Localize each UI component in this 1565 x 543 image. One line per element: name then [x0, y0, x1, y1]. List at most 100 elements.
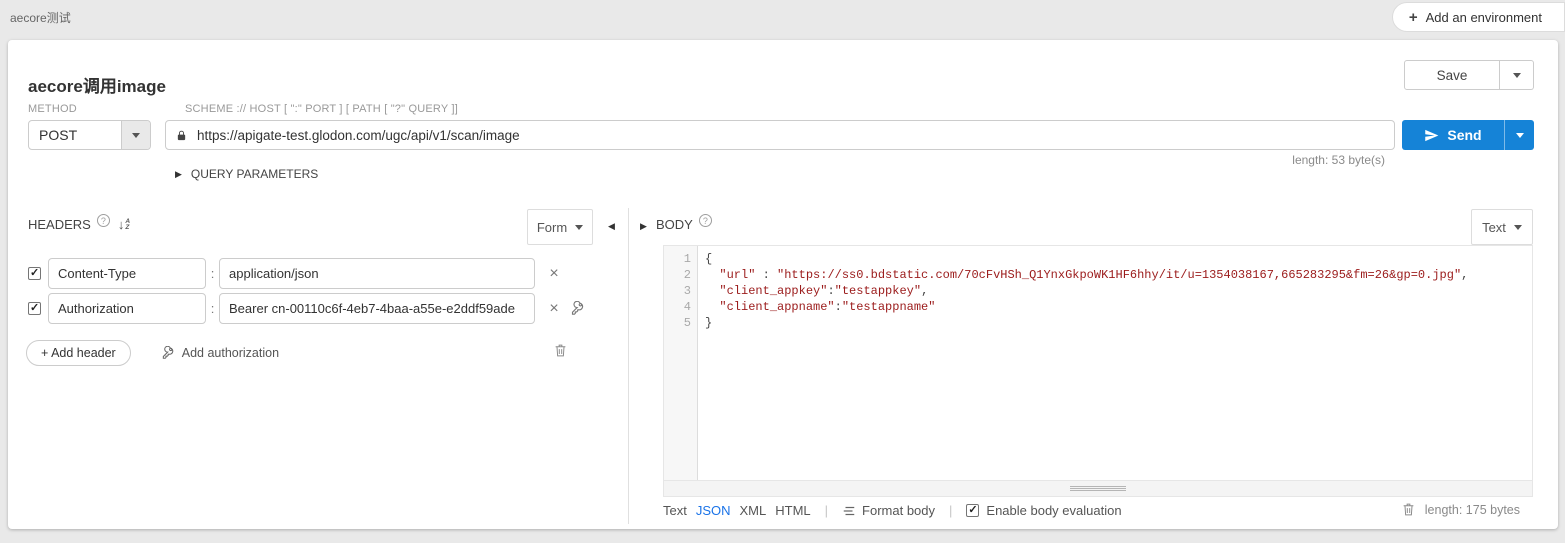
header-row: : ×: [28, 258, 562, 289]
send-button-group: Send: [1402, 120, 1534, 150]
line-number: 4: [664, 299, 697, 315]
send-icon: [1424, 128, 1439, 143]
headers-section-title: HEADERS ? ↓ AZ: [28, 217, 130, 232]
body-length: length: 175 bytes: [1425, 503, 1520, 517]
method-select[interactable]: POST: [28, 120, 151, 150]
save-dropdown-button[interactable]: [1500, 60, 1534, 90]
body-section-title: BODY ?: [656, 217, 712, 232]
header-colon: :: [206, 266, 219, 281]
close-icon: ×: [549, 300, 558, 317]
body-footer-right: length: 175 bytes: [1402, 502, 1520, 517]
separator: |: [949, 503, 952, 518]
query-parameters-toggle[interactable]: ▶ QUERY PARAMETERS: [175, 167, 318, 181]
send-label: Send: [1447, 127, 1481, 143]
body-type-label: Text: [1482, 220, 1506, 235]
editor-gutter: 12345: [664, 246, 698, 480]
header-value-input[interactable]: [219, 258, 535, 289]
trash-icon: [554, 343, 567, 358]
clear-body-button[interactable]: [1402, 502, 1415, 517]
plus-icon: +: [1409, 10, 1418, 25]
remove-header-button[interactable]: ×: [546, 301, 562, 317]
help-icon[interactable]: ?: [97, 214, 110, 227]
add-authorization-label: Add authorization: [182, 346, 279, 360]
add-environment-label: Add an environment: [1426, 10, 1542, 25]
code-line[interactable]: "client_appkey":"testappkey",: [705, 283, 1532, 299]
body-mode-xml[interactable]: XML: [740, 503, 767, 518]
caret-down-icon: [132, 133, 140, 138]
headers-actions-row: + Add header Add authorization: [26, 340, 279, 366]
method-label: METHOD: [28, 103, 77, 115]
delete-headers-button[interactable]: [554, 343, 567, 361]
caret-down-icon: [1514, 225, 1522, 230]
method-caret-box: [121, 121, 150, 149]
line-number: 5: [664, 315, 697, 331]
caret-down-icon: [1516, 133, 1524, 138]
expand-right-button[interactable]: ▶: [638, 220, 649, 233]
body-type-dropdown[interactable]: Text: [1471, 209, 1533, 245]
code-line[interactable]: {: [705, 251, 1532, 267]
line-number: 3: [664, 283, 697, 299]
caret-down-icon: [575, 225, 583, 230]
url-scheme-label: SCHEME :// HOST [ ":" PORT ] [ PATH [ "?…: [185, 103, 458, 115]
format-body-button[interactable]: Format body: [842, 503, 935, 518]
key-icon: [161, 346, 175, 360]
save-button-group: Save: [1404, 60, 1534, 90]
caret-down-icon: [1513, 73, 1521, 78]
key-icon: [570, 301, 585, 316]
sort-headers-icon[interactable]: ↓ AZ: [118, 219, 130, 231]
enable-eval-label: Enable body evaluation: [986, 503, 1121, 518]
enable-eval-checkbox[interactable]: [966, 504, 979, 517]
body-mode-text[interactable]: Text: [663, 503, 687, 518]
add-authorization-button[interactable]: Add authorization: [161, 346, 279, 360]
header-value-input[interactable]: [219, 293, 535, 324]
format-body-label: Format body: [862, 503, 935, 518]
line-number: 1: [664, 251, 697, 267]
code-line[interactable]: "url" : "https://ss0.bdstatic.com/70cFvH…: [705, 267, 1532, 283]
remove-header-button[interactable]: ×: [546, 266, 562, 282]
body-editor[interactable]: 12345 { "url" : "https://ss0.bdstatic.co…: [663, 245, 1533, 481]
editor-resize-strip[interactable]: [663, 481, 1533, 497]
code-line[interactable]: "client_appname":"testappname": [705, 299, 1532, 315]
request-card: aecore调用image Save METHOD SCHEME :// HOS…: [8, 40, 1558, 529]
close-icon: ×: [549, 265, 558, 282]
send-dropdown-button[interactable]: [1504, 120, 1534, 150]
header-name-input[interactable]: [48, 258, 206, 289]
collapse-left-button[interactable]: ◀: [606, 220, 617, 233]
header-colon: :: [206, 301, 219, 316]
headers-view-dropdown[interactable]: Form: [527, 209, 593, 245]
trash-icon: [1402, 502, 1415, 517]
body-mode-json[interactable]: JSON: [696, 503, 731, 518]
method-value: POST: [29, 121, 121, 149]
help-icon[interactable]: ?: [699, 214, 712, 227]
code-line[interactable]: }: [705, 315, 1532, 331]
body-title-text: BODY: [656, 217, 693, 232]
rester-app: aecore测试 + Add an environment aecore调用im…: [0, 0, 1565, 543]
send-button[interactable]: Send: [1402, 120, 1504, 150]
breadcrumb: aecore测试: [10, 9, 71, 26]
format-lines-icon: [842, 504, 856, 518]
url-input[interactable]: [195, 127, 1384, 144]
save-button[interactable]: Save: [1404, 60, 1500, 90]
token-generation-button[interactable]: [570, 301, 585, 316]
separator: |: [825, 503, 828, 518]
add-environment-button[interactable]: + Add an environment: [1392, 2, 1565, 32]
editor-code[interactable]: { "url" : "https://ss0.bdstatic.com/70cF…: [698, 246, 1532, 480]
add-header-button[interactable]: + Add header: [26, 340, 131, 366]
body-mode-html[interactable]: HTML: [775, 503, 810, 518]
page-title: aecore调用image: [28, 72, 166, 97]
headers-title-text: HEADERS: [28, 217, 91, 232]
line-number: 2: [664, 267, 697, 283]
header-name-input[interactable]: [48, 293, 206, 324]
lock-icon: [176, 129, 187, 142]
body-footer-toolbar: Text JSON XML HTML | Format body | Enabl…: [663, 503, 1122, 518]
panel-divider: [628, 208, 629, 524]
header-enabled-checkbox[interactable]: [28, 267, 41, 280]
header-enabled-checkbox[interactable]: [28, 302, 41, 315]
resize-grip-icon[interactable]: [1070, 485, 1126, 492]
chevron-right-icon: ▶: [175, 170, 182, 179]
url-length: length: 53 byte(s): [1292, 153, 1385, 167]
query-parameters-label: QUERY PARAMETERS: [191, 167, 318, 181]
url-field-box: [165, 120, 1395, 150]
header-row: : ×: [28, 293, 585, 324]
enable-body-evaluation-toggle[interactable]: Enable body evaluation: [966, 503, 1121, 518]
